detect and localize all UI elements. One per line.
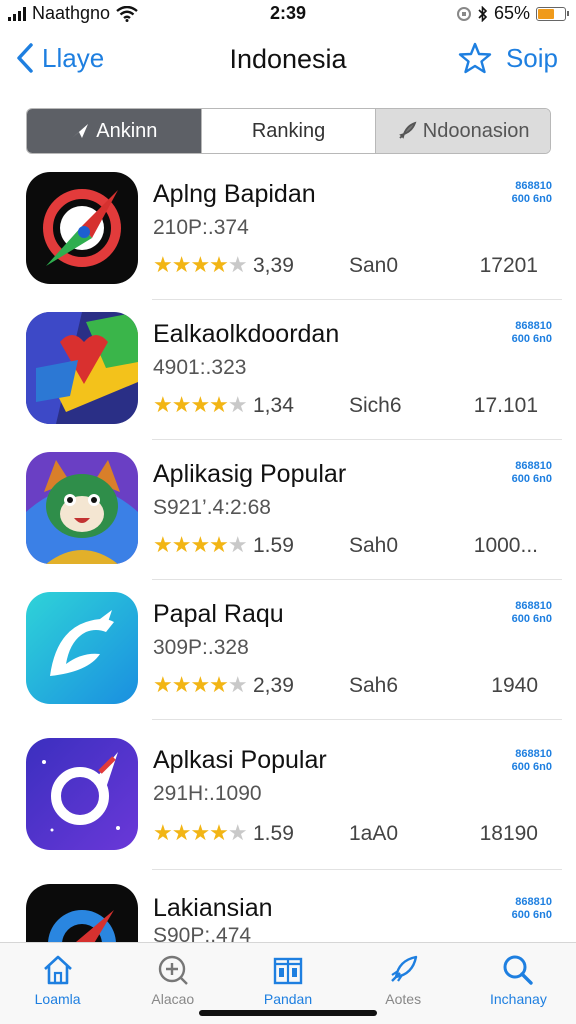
search-icon (503, 955, 534, 985)
get-button[interactable]: 868810 600 6n0 (502, 748, 552, 774)
app-subtitle: 4901:.323 (153, 356, 247, 379)
get-button[interactable]: 868810 600 6n0 (502, 320, 552, 346)
rating-value: 3,39 (253, 254, 294, 277)
get-button[interactable]: 868810 600 6n0 (502, 460, 552, 486)
segment-ranking[interactable]: Ranking (201, 109, 377, 153)
segment-ankinn[interactable]: Ankinn (27, 109, 202, 153)
star-rating: ★★★★★ (153, 820, 248, 845)
status-bar: Naathgno 2:39 65% (0, 0, 576, 28)
tab-label: Loamla (34, 991, 81, 1007)
app-name: Lakiansian (153, 894, 273, 922)
rating-value: 1,34 (253, 394, 294, 417)
list-item[interactable]: Aplng Bapidan 210P:.374 ★★★★★ 3,39 San0 … (0, 160, 576, 300)
battery-fill (538, 8, 555, 19)
tab-label: Pandan (263, 991, 313, 1007)
divider (152, 718, 562, 720)
app-meta-size: Sah0 (349, 534, 399, 557)
star-rating: ★★★★★ (153, 392, 248, 417)
list-item[interactable]: Lakiansian S90P:.474 868810 600 6n0 (0, 870, 576, 942)
star-rating: ★★★★★ (153, 252, 248, 277)
bluetooth-icon (478, 5, 488, 22)
rating-value: 1.59 (253, 534, 294, 557)
orbit-app-icon (26, 738, 138, 850)
star-rating: ★★★★★ (153, 532, 248, 557)
app-name: Ealkaolkdoordan (153, 320, 340, 348)
tab-label: Aotes (385, 991, 422, 1007)
segmented-control: Ankinn Ranking Ndoonasion (26, 108, 551, 154)
tab-home[interactable]: Loamla (0, 943, 115, 1024)
home-icon (43, 955, 72, 985)
segment-ndoonasion[interactable]: Ndoonasion (376, 109, 550, 153)
app-meta-count: 17201 (479, 254, 538, 277)
star-outline-icon (458, 42, 492, 74)
get-button[interactable]: 868810 600 6n0 (502, 896, 552, 922)
app-meta-count: 1000... (473, 534, 538, 557)
add-circle-icon (158, 955, 188, 985)
segment-label: Ranking (251, 119, 326, 142)
app-list: Aplng Bapidan 210P:.374 ★★★★★ 3,39 San0 … (0, 160, 576, 942)
rocket-icon (391, 955, 418, 982)
app-meta-size: Sah6 (349, 674, 399, 697)
get-button[interactable]: 868810 600 6n0 (502, 600, 552, 626)
app-meta-size: Sich6 (349, 394, 402, 417)
app-name: Papal Raqu (153, 600, 284, 628)
status-right: 65% (456, 3, 569, 24)
battery-percent: 65% (493, 3, 530, 23)
list-item[interactable]: Ealkaolkdoordan 4901:.323 ★★★★★ 1,34 Sic… (0, 300, 576, 440)
app-subtitle: 291H:.1090 (153, 782, 262, 805)
segment-label: Ndoonasion (422, 119, 530, 142)
battery-icon (536, 6, 569, 21)
map-app-icon (26, 312, 138, 424)
tab-label: Inchanay (490, 991, 547, 1007)
app-meta-count: 17.101 (473, 394, 538, 417)
navigation-bar: Llaye Indonesia Soip (0, 36, 576, 84)
favorite-button[interactable]: Soip (458, 42, 558, 74)
star-rating: ★★★★★ (153, 672, 248, 697)
rating-value: 2,39 (253, 674, 294, 697)
list-item[interactable]: Papal Raqu 309P:.328 ★★★★★ 2,39 Sah6 194… (0, 580, 576, 720)
tab-label: Alacao (151, 991, 195, 1007)
app-name: Aplkasi Popular (153, 746, 327, 774)
list-item[interactable]: Aplkasi Popular 291H:.1090 ★★★★★ 1.59 1a… (0, 722, 576, 870)
app-meta-count: 18190 (479, 822, 538, 845)
compass-app-icon (26, 172, 138, 284)
home-indicator[interactable] (199, 1010, 377, 1016)
list-item[interactable]: Aplikasig Popular S921’.4:2:68 ★★★★★ 1.5… (0, 440, 576, 580)
get-button[interactable]: 868810 600 6n0 (502, 180, 552, 206)
tab-inchanay[interactable]: Inchanay (461, 943, 576, 1024)
arrow-icon (72, 124, 89, 138)
segment-label: Ankinn (96, 119, 158, 142)
rating-value: 1.59 (253, 822, 294, 845)
app-name: Aplng Bapidan (153, 180, 316, 208)
book-icon (273, 957, 303, 985)
app-meta-size: San0 (349, 254, 399, 277)
lock-rotation-icon (456, 6, 471, 21)
mascot-app-icon (26, 452, 138, 564)
app-subtitle: S90P:.474 (153, 924, 252, 942)
bird-app-icon (26, 592, 138, 704)
app-meta-size: 1aA0 (349, 822, 399, 845)
favorite-label: Soip (505, 42, 558, 73)
compass-app-icon (26, 884, 138, 942)
app-subtitle: 210P:.374 (153, 216, 249, 239)
app-name: Aplikasig Popular (153, 460, 347, 488)
app-meta-count: 1940 (491, 674, 538, 697)
rocket-icon (399, 121, 417, 139)
app-subtitle: 309P:.328 (153, 636, 249, 659)
app-subtitle: S921’.4:2:68 (153, 496, 271, 519)
